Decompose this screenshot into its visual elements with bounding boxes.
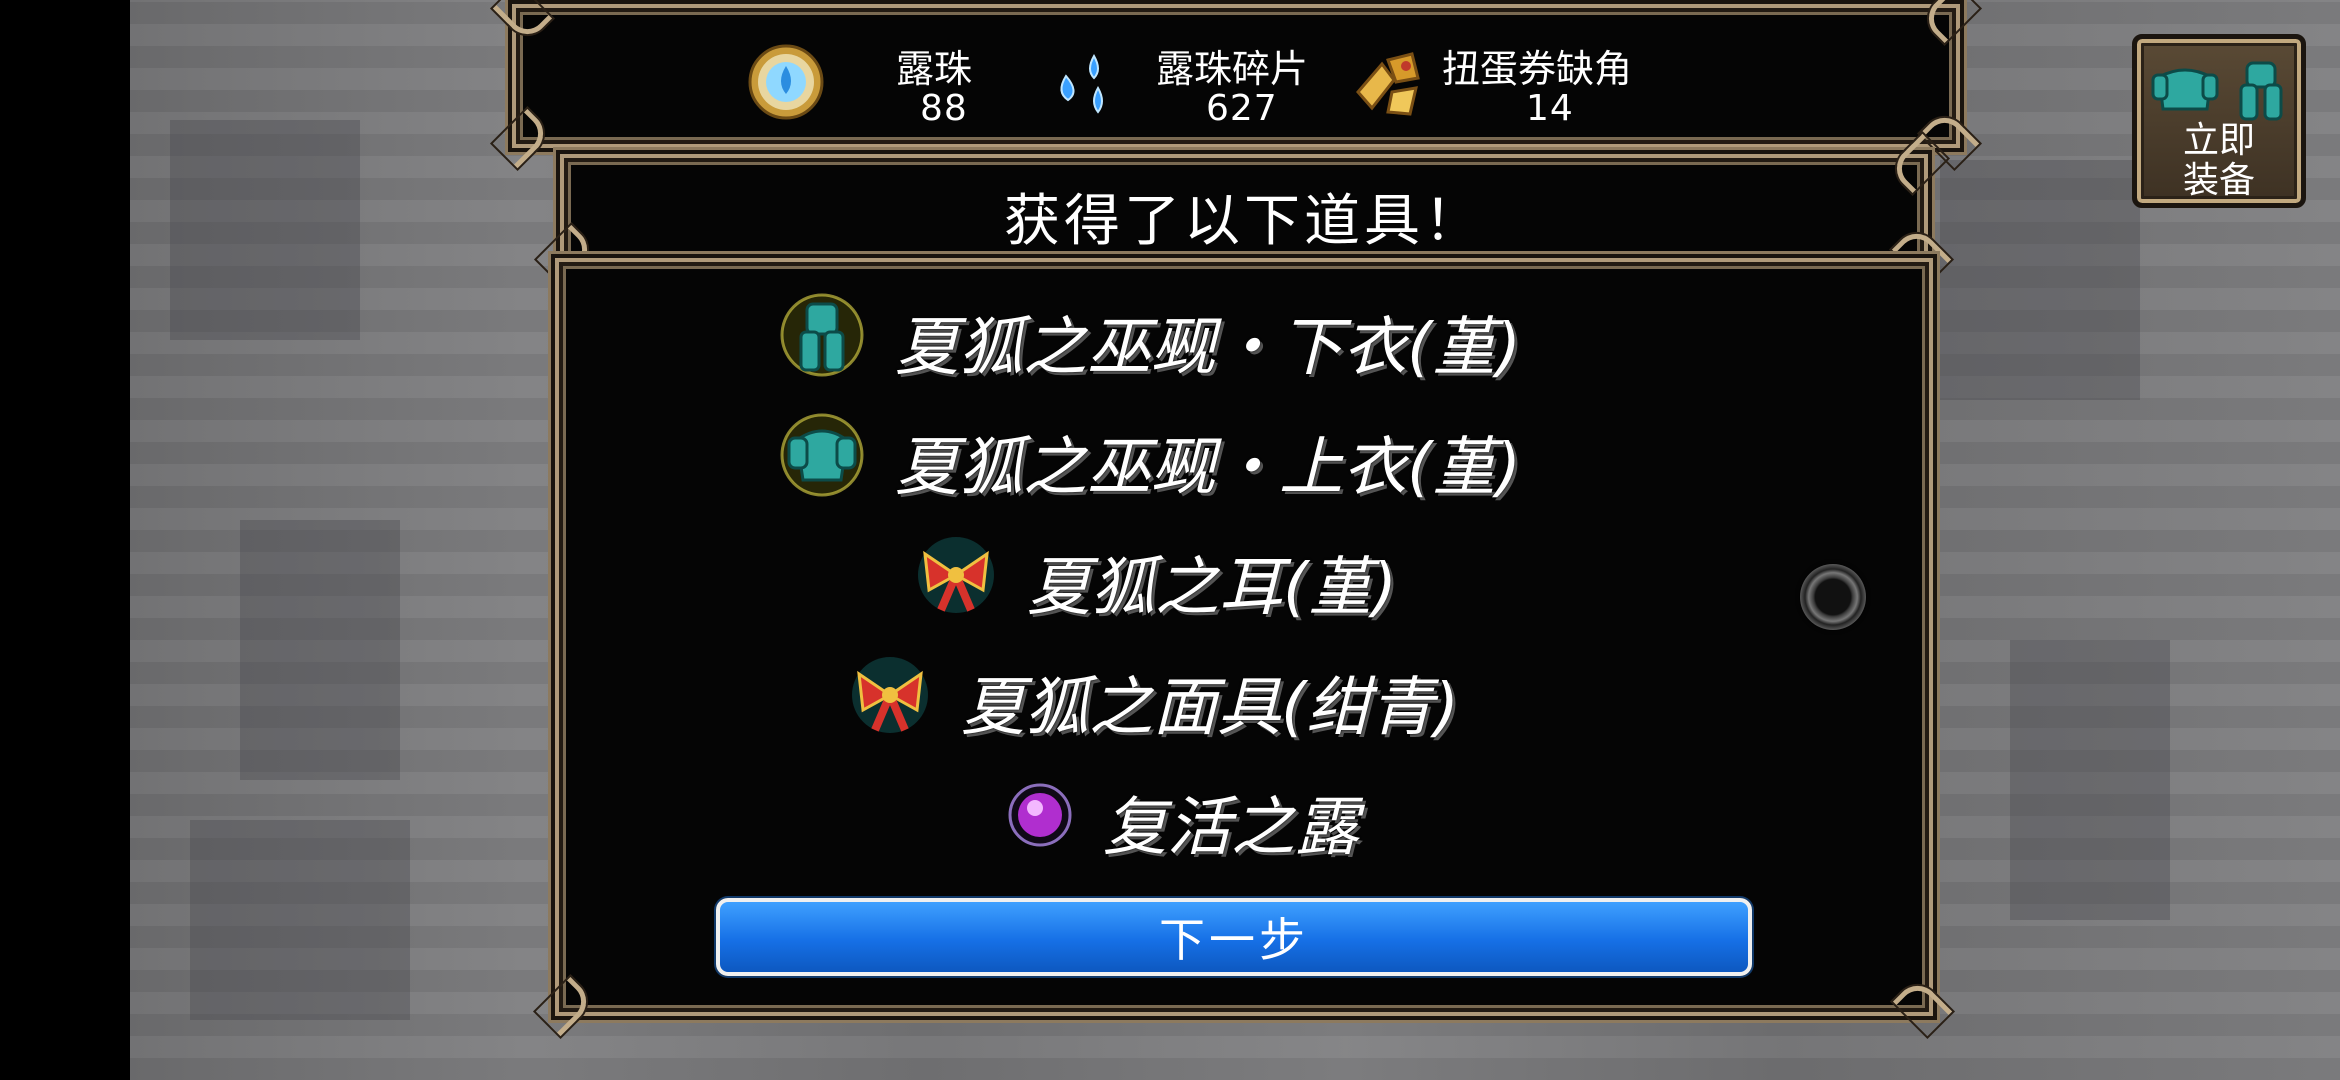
currency-value: 14 xyxy=(1526,88,1574,129)
obtained-item-row: 夏狐之面具(绀青) xyxy=(559,642,1929,745)
currency-value: 627 xyxy=(1206,88,1278,129)
dialog-title: 获得了以下道具！ xyxy=(1004,189,1484,254)
equip-now-label: 立即 装备 xyxy=(2182,120,2255,201)
obtained-item-row: 夏狐之巫觋・上衣(堇) xyxy=(559,402,1929,505)
obtained-item-name: 夏狐之巫觋・上衣(堇) xyxy=(895,431,1521,505)
armor-lower-icon xyxy=(780,293,864,377)
currency-dew-fragment[interactable]: 露珠碎片 627 xyxy=(1046,32,1326,132)
obtained-item-row: 夏狐之巫觋・下衣(堇) xyxy=(559,282,1929,385)
armor-upper-icon xyxy=(780,413,864,497)
currency-gacha-ticket-fragment[interactable]: 扭蛋券缺角 14 xyxy=(1348,32,1648,132)
currency-name: 扭蛋券缺角 xyxy=(1442,47,1633,91)
gacha-ticket-fragment-icon xyxy=(1356,52,1420,116)
next-button[interactable]: 下一步 xyxy=(716,898,1752,976)
ribbon-bow-icon xyxy=(918,537,994,613)
dew-fragment-icon xyxy=(1060,53,1103,114)
floating-assist-button[interactable] xyxy=(1800,564,1866,630)
currency-name: 露珠 xyxy=(896,47,973,91)
currency-value: 88 xyxy=(920,88,968,129)
obtained-item-row: 复活之露 xyxy=(559,762,1929,865)
obtained-item-name: 复活之露 xyxy=(1103,791,1359,865)
currency-dewdrop[interactable]: 露珠 88 xyxy=(746,32,1006,132)
ribbon-bow-icon xyxy=(852,657,928,733)
obtained-item-row: 夏狐之耳(堇) xyxy=(559,522,1929,625)
currency-bar: 露珠 88 露珠碎片 627 扭蛋券缺角 14 xyxy=(492,0,1980,169)
obtained-item-name: 夏狐之面具(绀青) xyxy=(961,671,1459,745)
obtained-item-name: 夏狐之耳(堇) xyxy=(1027,551,1397,625)
armor-set-icon xyxy=(2151,61,2283,121)
dialog-title-bar: 获得了以下道具！ xyxy=(536,133,1952,285)
currency-name: 露珠碎片 xyxy=(1156,47,1309,91)
dewdrop-orb-icon xyxy=(748,44,824,120)
obtained-item-name: 夏狐之巫觋・下衣(堇) xyxy=(895,311,1521,385)
equip-now-button[interactable]: 立即 装备 xyxy=(2132,34,2306,208)
purple-orb-icon xyxy=(1008,783,1072,847)
